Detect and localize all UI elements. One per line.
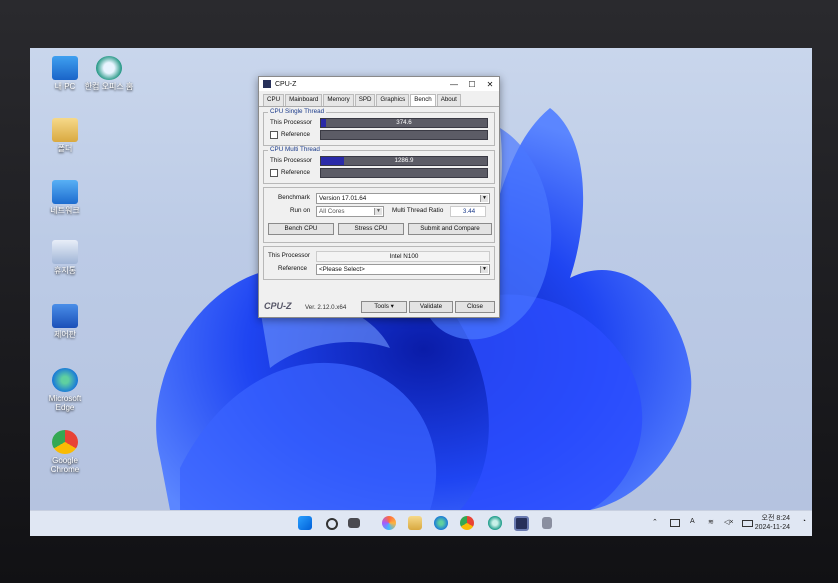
- benchmark-label: Benchmark: [278, 194, 310, 201]
- monitor-icon: [52, 56, 78, 80]
- multi-ref-label: Reference: [281, 169, 311, 176]
- clock-date: 2024-11-24: [754, 524, 790, 531]
- tools-button[interactable]: Tools ▾: [361, 301, 407, 313]
- chevron-down-icon: ▾: [390, 303, 394, 310]
- tab-bench[interactable]: Bench: [410, 94, 436, 106]
- edge-taskbar-icon[interactable]: [434, 516, 448, 530]
- folder-icon: [52, 118, 78, 142]
- desktop-icon-my-pc[interactable]: 내 PC: [40, 56, 90, 91]
- benchmark-version-select[interactable]: Version 17.01.64 ▼: [316, 193, 490, 204]
- input-language[interactable]: A: [690, 518, 695, 525]
- multi-thread-bar: 1286.9: [320, 156, 488, 166]
- desktop-icon-chrome[interactable]: Google Chrome: [40, 430, 90, 474]
- single-reference-bar: [320, 130, 488, 140]
- desktop-icon-hancom[interactable]: 한컴 오피스 홈: [84, 56, 134, 91]
- multi-thread-heading: CPU Multi Thread: [268, 146, 322, 153]
- maximize-button[interactable]: ☐: [463, 80, 481, 89]
- cpuz-window[interactable]: CPU-Z — ☐ ✕ CPU Mainboard Memory SPD Gra…: [258, 76, 500, 318]
- hancom-taskbar-icon[interactable]: [488, 516, 502, 530]
- network-icon: [52, 180, 78, 204]
- search-icon[interactable]: [326, 518, 338, 530]
- single-thread-score: 374.6: [396, 119, 412, 126]
- single-reference-checkbox[interactable]: [270, 130, 278, 139]
- desktop-icon-edge[interactable]: Microsoft Edge: [40, 368, 90, 412]
- volume-icon[interactable]: ◁×: [724, 518, 733, 526]
- processor-group: This Processor Intel N100 Reference <Ple…: [263, 246, 495, 280]
- cpuz-app-icon: [263, 80, 271, 88]
- snipping-tool-icon[interactable]: [542, 517, 552, 529]
- multi-thread-group: CPU Multi Thread This Processor 1286.9 R…: [263, 146, 495, 184]
- start-icon[interactable]: [298, 516, 312, 530]
- edge-icon: [52, 368, 78, 392]
- desktop-icon-network[interactable]: 네트워크: [40, 180, 90, 215]
- validate-button[interactable]: Validate: [409, 301, 453, 313]
- ratio-label: Multi Thread Ratio: [392, 207, 444, 214]
- single-thread-group: CPU Single Thread This Processor 374.6 R…: [263, 108, 495, 146]
- clock[interactable]: 오전 8:24 2024-11-24: [755, 514, 790, 532]
- multi-thread-score: 1286.9: [394, 157, 414, 164]
- runon-label: Run on: [290, 207, 311, 214]
- chevron-down-icon: ▼: [374, 208, 382, 215]
- recycle-bin-icon: [52, 240, 78, 264]
- desktop-icon-control-panel[interactable]: 제어판: [40, 304, 90, 339]
- this-processor-value: Intel N100: [316, 251, 490, 262]
- bench-cpu-button[interactable]: Bench CPU: [268, 223, 334, 235]
- chevron-down-icon: ▼: [480, 195, 488, 202]
- single-thread-bar: 374.6: [320, 118, 488, 128]
- reference-label: Reference: [278, 265, 308, 272]
- control-panel-icon: [52, 304, 78, 328]
- single-ref-label: Reference: [281, 131, 311, 138]
- reference-select[interactable]: <Please Select> ▼: [316, 264, 490, 275]
- tab-spd[interactable]: SPD: [354, 94, 376, 106]
- cpuz-taskbar-icon[interactable]: [514, 516, 529, 531]
- multi-this-label: This Processor: [270, 157, 312, 164]
- version-text: Ver. 2.12.0.x64: [305, 304, 347, 311]
- taskbar: ⌃ A ≋ ◁× 오전 8:24 2024-11-24 ◔: [30, 510, 812, 536]
- tab-memory[interactable]: Memory: [323, 94, 354, 106]
- close-window-button[interactable]: ✕: [481, 80, 499, 89]
- keyboard-icon[interactable]: [670, 519, 680, 527]
- desktop-screen: 내 PC 한컴 오피스 홈 폴더 네트워크 휴지통 제어판 Microsoft …: [30, 48, 812, 536]
- chrome-icon: [52, 430, 78, 454]
- chevron-down-icon: ▼: [480, 266, 488, 273]
- copilot-icon[interactable]: [382, 516, 396, 530]
- chrome-taskbar-icon[interactable]: [460, 516, 474, 530]
- benchmark-settings-group: Benchmark Version 17.01.64 ▼ Run on All …: [263, 187, 495, 243]
- task-view-icon[interactable]: [348, 518, 360, 528]
- battery-icon[interactable]: [742, 520, 753, 527]
- app-icon: [96, 56, 122, 80]
- multi-reference-checkbox[interactable]: [270, 168, 278, 177]
- run-on-select[interactable]: All Cores ▼: [316, 206, 384, 217]
- stress-cpu-button[interactable]: Stress CPU: [338, 223, 404, 235]
- tab-graphics[interactable]: Graphics: [376, 94, 410, 106]
- desktop-icon-recycle-bin[interactable]: 휴지통: [40, 240, 90, 275]
- this-processor-label: This Processor: [268, 252, 310, 259]
- tab-cpu[interactable]: CPU: [263, 94, 285, 106]
- submit-compare-button[interactable]: Submit and Compare: [408, 223, 492, 235]
- tab-about[interactable]: About: [436, 94, 461, 106]
- cpuz-logo: CPU-Z: [264, 301, 292, 311]
- minimize-button[interactable]: —: [445, 80, 463, 89]
- close-button[interactable]: Close: [455, 301, 495, 313]
- ratio-value: 3.44: [450, 206, 486, 217]
- wifi-icon[interactable]: ≋: [708, 518, 714, 526]
- multi-reference-bar: [320, 168, 488, 178]
- chevron-up-icon[interactable]: ⌃: [652, 518, 658, 526]
- single-this-label: This Processor: [270, 119, 312, 126]
- single-thread-heading: CPU Single Thread: [268, 108, 327, 115]
- tab-bar: CPU Mainboard Memory SPD Graphics Bench …: [259, 91, 499, 107]
- clock-time: 오전 8:24: [761, 515, 790, 522]
- notification-bell-icon[interactable]: ◔: [802, 518, 806, 525]
- window-titlebar[interactable]: CPU-Z — ☐ ✕: [259, 77, 499, 91]
- window-title: CPU-Z: [275, 80, 297, 88]
- tab-mainboard[interactable]: Mainboard: [285, 94, 323, 106]
- desktop-icon-folder[interactable]: 폴더: [40, 118, 90, 153]
- file-explorer-icon[interactable]: [408, 516, 422, 530]
